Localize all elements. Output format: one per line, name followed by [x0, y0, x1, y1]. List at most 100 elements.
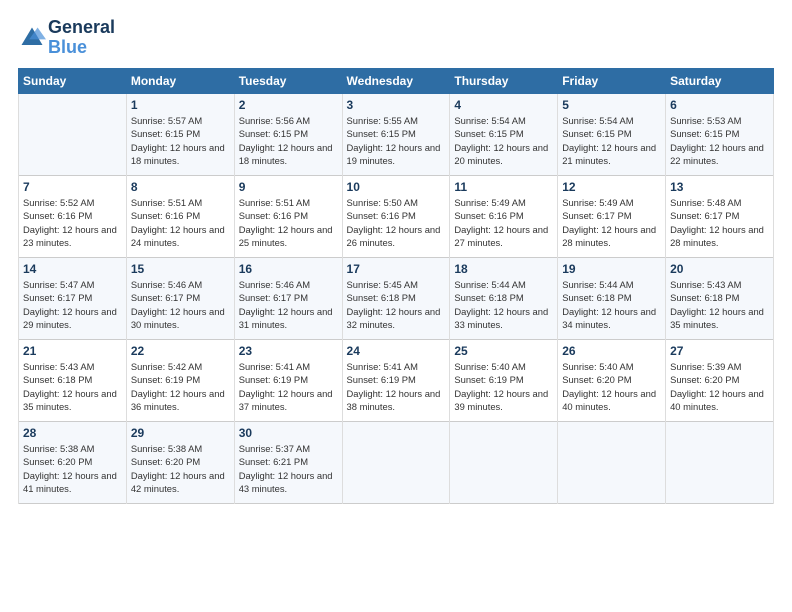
cell-info: Sunrise: 5:55 AMSunset: 6:15 PMDaylight:…	[347, 114, 446, 169]
cell-info: Sunrise: 5:37 AMSunset: 6:21 PMDaylight:…	[239, 442, 338, 497]
cell-info: Sunrise: 5:53 AMSunset: 6:15 PMDaylight:…	[670, 114, 769, 169]
calendar-table: SundayMondayTuesdayWednesdayThursdayFrid…	[18, 68, 774, 504]
calendar-cell: 24 Sunrise: 5:41 AMSunset: 6:19 PMDayligh…	[342, 339, 450, 421]
calendar-cell	[19, 93, 127, 175]
calendar-cell: 10 Sunrise: 5:50 AMSunset: 6:16 PMDayligh…	[342, 175, 450, 257]
logo-icon	[18, 24, 46, 52]
day-number: 14	[23, 262, 122, 276]
calendar-cell: 16 Sunrise: 5:46 AMSunset: 6:17 PMDayligh…	[234, 257, 342, 339]
cell-info: Sunrise: 5:42 AMSunset: 6:19 PMDaylight:…	[131, 360, 230, 415]
logo-text: General Blue	[48, 18, 115, 58]
cell-info: Sunrise: 5:44 AMSunset: 6:18 PMDaylight:…	[454, 278, 553, 333]
week-row-4: 21 Sunrise: 5:43 AMSunset: 6:18 PMDayligh…	[19, 339, 774, 421]
cell-info: Sunrise: 5:54 AMSunset: 6:15 PMDaylight:…	[454, 114, 553, 169]
cell-info: Sunrise: 5:44 AMSunset: 6:18 PMDaylight:…	[562, 278, 661, 333]
day-number: 16	[239, 262, 338, 276]
calendar-cell: 4 Sunrise: 5:54 AMSunset: 6:15 PMDaylight…	[450, 93, 558, 175]
calendar-cell	[342, 421, 450, 503]
day-number: 30	[239, 426, 338, 440]
col-header-friday: Friday	[558, 68, 666, 93]
day-number: 27	[670, 344, 769, 358]
calendar-cell: 22 Sunrise: 5:42 AMSunset: 6:19 PMDayligh…	[126, 339, 234, 421]
day-number: 11	[454, 180, 553, 194]
day-number: 29	[131, 426, 230, 440]
day-number: 12	[562, 180, 661, 194]
cell-info: Sunrise: 5:46 AMSunset: 6:17 PMDaylight:…	[131, 278, 230, 333]
cell-info: Sunrise: 5:38 AMSunset: 6:20 PMDaylight:…	[131, 442, 230, 497]
page: General Blue SundayMondayTuesdayWednesda…	[0, 0, 792, 514]
header: General Blue	[18, 18, 774, 58]
week-row-1: 1 Sunrise: 5:57 AMSunset: 6:15 PMDaylight…	[19, 93, 774, 175]
cell-info: Sunrise: 5:43 AMSunset: 6:18 PMDaylight:…	[670, 278, 769, 333]
calendar-cell	[450, 421, 558, 503]
cell-info: Sunrise: 5:38 AMSunset: 6:20 PMDaylight:…	[23, 442, 122, 497]
day-number: 23	[239, 344, 338, 358]
calendar-cell: 6Sunrise: 5:53 AMSunset: 6:15 PMDaylight…	[666, 93, 774, 175]
calendar-cell: 5Sunrise: 5:54 AMSunset: 6:15 PMDaylight…	[558, 93, 666, 175]
day-number: 26	[562, 344, 661, 358]
logo: General Blue	[18, 18, 115, 58]
day-number: 4	[454, 98, 553, 112]
day-number: 24	[347, 344, 446, 358]
cell-info: Sunrise: 5:57 AMSunset: 6:15 PMDaylight:…	[131, 114, 230, 169]
cell-info: Sunrise: 5:46 AMSunset: 6:17 PMDaylight:…	[239, 278, 338, 333]
calendar-cell: 20 Sunrise: 5:43 AMSunset: 6:18 PMDayligh…	[666, 257, 774, 339]
day-number: 25	[454, 344, 553, 358]
day-number: 19	[562, 262, 661, 276]
calendar-cell: 7 Sunrise: 5:52 AMSunset: 6:16 PMDaylight…	[19, 175, 127, 257]
cell-info: Sunrise: 5:40 AMSunset: 6:20 PMDaylight:…	[562, 360, 661, 415]
calendar-cell: 26 Sunrise: 5:40 AMSunset: 6:20 PMDayligh…	[558, 339, 666, 421]
day-number: 1	[131, 98, 230, 112]
calendar-cell: 21 Sunrise: 5:43 AMSunset: 6:18 PMDayligh…	[19, 339, 127, 421]
cell-info: Sunrise: 5:43 AMSunset: 6:18 PMDaylight:…	[23, 360, 122, 415]
cell-info: Sunrise: 5:41 AMSunset: 6:19 PMDaylight:…	[347, 360, 446, 415]
day-number: 9	[239, 180, 338, 194]
calendar-cell: 2 Sunrise: 5:56 AMSunset: 6:15 PMDaylight…	[234, 93, 342, 175]
cell-info: Sunrise: 5:50 AMSunset: 6:16 PMDaylight:…	[347, 196, 446, 251]
header-row: SundayMondayTuesdayWednesdayThursdayFrid…	[19, 68, 774, 93]
calendar-cell	[666, 421, 774, 503]
calendar-cell: 27Sunrise: 5:39 AMSunset: 6:20 PMDayligh…	[666, 339, 774, 421]
calendar-cell: 28Sunrise: 5:38 AMSunset: 6:20 PMDayligh…	[19, 421, 127, 503]
cell-info: Sunrise: 5:47 AMSunset: 6:17 PMDaylight:…	[23, 278, 122, 333]
calendar-cell: 15 Sunrise: 5:46 AMSunset: 6:17 PMDayligh…	[126, 257, 234, 339]
cell-info: Sunrise: 5:56 AMSunset: 6:15 PMDaylight:…	[239, 114, 338, 169]
cell-info: Sunrise: 5:41 AMSunset: 6:19 PMDaylight:…	[239, 360, 338, 415]
day-number: 2	[239, 98, 338, 112]
calendar-cell: 18 Sunrise: 5:44 AMSunset: 6:18 PMDayligh…	[450, 257, 558, 339]
cell-info: Sunrise: 5:49 AMSunset: 6:17 PMDaylight:…	[562, 196, 661, 251]
col-header-thursday: Thursday	[450, 68, 558, 93]
cell-info: Sunrise: 5:48 AMSunset: 6:17 PMDaylight:…	[670, 196, 769, 251]
calendar-cell: 13 Sunrise: 5:48 AMSunset: 6:17 PMDayligh…	[666, 175, 774, 257]
cell-info: Sunrise: 5:49 AMSunset: 6:16 PMDaylight:…	[454, 196, 553, 251]
col-header-monday: Monday	[126, 68, 234, 93]
day-number: 8	[131, 180, 230, 194]
day-number: 15	[131, 262, 230, 276]
calendar-cell: 14 Sunrise: 5:47 AMSunset: 6:17 PMDayligh…	[19, 257, 127, 339]
cell-info: Sunrise: 5:54 AMSunset: 6:15 PMDaylight:…	[562, 114, 661, 169]
day-number: 17	[347, 262, 446, 276]
cell-info: Sunrise: 5:51 AMSunset: 6:16 PMDaylight:…	[239, 196, 338, 251]
cell-info: Sunrise: 5:52 AMSunset: 6:16 PMDaylight:…	[23, 196, 122, 251]
col-header-sunday: Sunday	[19, 68, 127, 93]
calendar-cell: 30 Sunrise: 5:37 AMSunset: 6:21 PMDayligh…	[234, 421, 342, 503]
calendar-cell: 17Sunrise: 5:45 AMSunset: 6:18 PMDayligh…	[342, 257, 450, 339]
day-number: 18	[454, 262, 553, 276]
calendar-cell: 9 Sunrise: 5:51 AMSunset: 6:16 PMDaylight…	[234, 175, 342, 257]
calendar-cell: 19 Sunrise: 5:44 AMSunset: 6:18 PMDayligh…	[558, 257, 666, 339]
col-header-wednesday: Wednesday	[342, 68, 450, 93]
calendar-cell: 8Sunrise: 5:51 AMSunset: 6:16 PMDaylight…	[126, 175, 234, 257]
calendar-cell	[558, 421, 666, 503]
col-header-saturday: Saturday	[666, 68, 774, 93]
day-number: 22	[131, 344, 230, 358]
calendar-cell: 12 Sunrise: 5:49 AMSunset: 6:17 PMDayligh…	[558, 175, 666, 257]
week-row-3: 14 Sunrise: 5:47 AMSunset: 6:17 PMDayligh…	[19, 257, 774, 339]
day-number: 7	[23, 180, 122, 194]
day-number: 10	[347, 180, 446, 194]
week-row-5: 28Sunrise: 5:38 AMSunset: 6:20 PMDayligh…	[19, 421, 774, 503]
day-number: 21	[23, 344, 122, 358]
cell-info: Sunrise: 5:40 AMSunset: 6:19 PMDaylight:…	[454, 360, 553, 415]
day-number: 20	[670, 262, 769, 276]
day-number: 13	[670, 180, 769, 194]
calendar-cell: 25 Sunrise: 5:40 AMSunset: 6:19 PMDayligh…	[450, 339, 558, 421]
